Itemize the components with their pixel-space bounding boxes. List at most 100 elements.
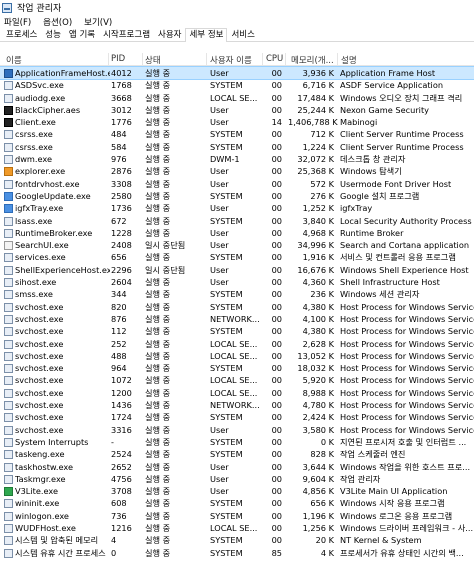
- process-icon: [4, 191, 13, 201]
- column-header-cpu[interactable]: CPU: [266, 54, 283, 64]
- process-memory: 1,916 K: [302, 252, 334, 263]
- tab[interactable]: 세부 정보: [185, 28, 228, 42]
- process-user: User: [210, 486, 229, 497]
- process-name: 시스템 및 압축된 메모리: [15, 535, 99, 546]
- process-status: 실행 중: [145, 154, 171, 165]
- process-name: V3Lite.exe: [15, 486, 59, 497]
- table-row[interactable]: igfxTray.exe 1736 실행 중 User 00 1,252 K igfxTra…: [0, 202, 474, 214]
- table-row[interactable]: svchost.exe 1436 실행 중 NETWORK... 00 4,780 K Ho…: [0, 399, 474, 411]
- process-cpu: 00: [271, 498, 282, 509]
- table-row[interactable]: 시스템 유휴 시간 프로세스 0 실행 중 SYSTEM 85 4 K 프로세서가 유휴 상…: [0, 547, 474, 559]
- process-description: 작업 스케줄러 엔진: [340, 449, 406, 460]
- process-cpu: 00: [271, 264, 282, 275]
- column-header-status[interactable]: 상태: [145, 54, 161, 66]
- table-row[interactable]: svchost.exe 252 실행 중 LOCAL SE... 00 2,628 K Ho…: [0, 338, 474, 350]
- process-status: 실행 중: [145, 178, 171, 189]
- process-pid: 2580: [111, 190, 132, 201]
- table-row[interactable]: explorer.exe 2876 실행 중 User 00 25,368 K Window…: [0, 165, 474, 177]
- table-row[interactable]: wininit.exe 608 실행 중 SYSTEM 00 656 K Windows 시…: [0, 497, 474, 509]
- tab[interactable]: 성능: [41, 28, 65, 41]
- table-row[interactable]: svchost.exe 820 실행 중 SYSTEM 00 4,380 K Host Pr…: [0, 301, 474, 313]
- table-row[interactable]: taskeng.exe 2524 실행 중 SYSTEM 00 828 K 작업 스케줄러 …: [0, 448, 474, 460]
- column-header-name[interactable]: 이름: [6, 54, 22, 66]
- table-row[interactable]: svchost.exe 3316 실행 중 User 00 3,580 K Host Pro…: [0, 424, 474, 436]
- process-description: Host Process for Windows Services: [340, 363, 474, 374]
- process-user: User: [210, 277, 229, 288]
- process-pid: 1216: [111, 522, 132, 533]
- process-icon: [4, 413, 13, 423]
- table-row[interactable]: SearchUI.exe 2408 일시 중단됨 User 00 34,996 K Sear…: [0, 239, 474, 251]
- table-row[interactable]: ShellExperienceHost.exe 2296 일시 중단됨 User 00 1…: [0, 264, 474, 276]
- process-status: 일시 중단됨: [145, 240, 186, 251]
- process-description: Application Frame Host: [340, 68, 436, 78]
- table-row[interactable]: csrss.exe 484 실행 중 SYSTEM 00 712 K Client Serv…: [0, 128, 474, 140]
- process-cpu: 00: [271, 473, 282, 484]
- table-row[interactable]: Client.exe 1776 실행 중 User 14 1,406,788 K Mabin…: [0, 116, 474, 128]
- table-row[interactable]: Taskmgr.exe 4756 실행 중 User 00 9,604 K 작업 관리자: [0, 473, 474, 485]
- process-description: Windows 드라이버 프레임워크 - 사...: [340, 522, 474, 533]
- table-row[interactable]: BlackCipher.aes 3012 실행 중 User 00 25,244 K Nex…: [0, 104, 474, 116]
- table-row[interactable]: GoogleUpdate.exe 2580 실행 중 SYSTEM 00 276 K Goo…: [0, 190, 474, 202]
- process-pid: 656: [111, 252, 127, 263]
- table-row[interactable]: WUDFHost.exe 1216 실행 중 LOCAL SE... 00 1,256 K…: [0, 522, 474, 534]
- table-row[interactable]: ApplicationFrameHost.exe4012 실행 중 User 00 3,…: [0, 65, 474, 81]
- column-header-user[interactable]: 사용자 이름: [210, 54, 252, 66]
- tab[interactable]: 프로세스: [2, 28, 41, 41]
- tab[interactable]: 사용자: [154, 28, 185, 41]
- process-icon: [4, 364, 13, 374]
- table-row[interactable]: V3Lite.exe 3708 실행 중 User 00 4,856 K V3Lite Ma…: [0, 485, 474, 497]
- table-row[interactable]: 시스템 및 압축된 메모리 4 실행 중 SYSTEM 00 20 K NT Kernel …: [0, 534, 474, 546]
- table-row[interactable]: dwm.exe 976 실행 중 DWM-1 00 32,072 K 데스크톱 창 관리자: [0, 153, 474, 165]
- column-header-memory[interactable]: 메모리(개...: [291, 54, 334, 66]
- process-memory: 25,244 K: [297, 104, 334, 115]
- table-row[interactable]: ASDSvc.exe 1768 실행 중 SYSTEM 00 6,716 K ASDF Se…: [0, 79, 474, 91]
- process-name: wininit.exe: [15, 498, 60, 509]
- process-name: sihost.exe: [15, 277, 57, 288]
- table-row[interactable]: sihost.exe 2604 실행 중 User 00 4,360 K Shell Inf…: [0, 276, 474, 288]
- table-row[interactable]: services.exe 656 실행 중 SYSTEM 00 1,916 K 서비스 및 …: [0, 251, 474, 263]
- process-icon: [4, 487, 13, 497]
- table-row[interactable]: csrss.exe 584 실행 중 SYSTEM 00 1,224 K Client Se…: [0, 141, 474, 153]
- menu-item[interactable]: 파일(F): [4, 16, 31, 28]
- process-description: Host Process for Windows Services: [340, 338, 474, 349]
- table-row[interactable]: taskhostw.exe 2652 실행 중 User 00 3,644 K Window…: [0, 461, 474, 473]
- table-row[interactable]: svchost.exe 876 실행 중 NETWORK... 00 4,100 K Hos…: [0, 313, 474, 325]
- table-row[interactable]: RuntimeBroker.exe 1228 실행 중 User 00 4,968 K Ru…: [0, 227, 474, 239]
- menu-item[interactable]: 옵션(O): [43, 16, 72, 28]
- process-name: svchost.exe: [15, 412, 64, 423]
- process-user: SYSTEM: [210, 215, 243, 226]
- process-user: SYSTEM: [210, 252, 243, 263]
- process-icon: [4, 167, 13, 177]
- table-row[interactable]: svchost.exe 964 실행 중 SYSTEM 00 18,032 K Host P…: [0, 362, 474, 374]
- table-row[interactable]: svchost.exe 1200 실행 중 LOCAL SE... 00 8,988 K H…: [0, 387, 474, 399]
- process-memory: 2,424 K: [302, 412, 334, 423]
- process-pid: 1200: [111, 387, 132, 398]
- table-row[interactable]: svchost.exe 488 실행 중 LOCAL SE... 00 13,052 K H…: [0, 350, 474, 362]
- tab[interactable]: 서비스: [227, 28, 258, 41]
- table-row[interactable]: svchost.exe 112 실행 중 SYSTEM 00 4,380 K Host Pr…: [0, 325, 474, 337]
- process-cpu: 00: [271, 215, 282, 226]
- tab[interactable]: 앱 기록: [65, 28, 99, 41]
- column-header-description[interactable]: 설명: [341, 54, 357, 66]
- table-row[interactable]: winlogon.exe 736 실행 중 SYSTEM 00 1,196 K Window…: [0, 510, 474, 522]
- column-header-pid[interactable]: PID: [111, 54, 125, 64]
- process-memory: 32,072 K: [297, 154, 334, 165]
- table-row[interactable]: smss.exe 344 실행 중 SYSTEM 00 236 K Windows 세션 관…: [0, 288, 474, 300]
- table-row[interactable]: audiodg.exe 3668 실행 중 LOCAL SE... 00 17,484 K…: [0, 92, 474, 104]
- process-name: svchost.exe: [15, 363, 64, 374]
- table-row[interactable]: lsass.exe 672 실행 중 SYSTEM 00 3,840 K Local Sec…: [0, 215, 474, 227]
- process-pid: 4: [111, 535, 117, 546]
- menu-item[interactable]: 보기(V): [84, 16, 112, 28]
- process-cpu: 00: [271, 190, 282, 201]
- process-cpu: 00: [271, 375, 282, 386]
- process-icon: [4, 388, 13, 398]
- tab[interactable]: 시작프로그램: [99, 28, 154, 41]
- table-row[interactable]: System Interrupts - 실행 중 SYSTEM 00 0 K 지연된 프로시…: [0, 436, 474, 448]
- process-memory: 9,604 K: [302, 473, 334, 484]
- table-row[interactable]: svchost.exe 1072 실행 중 LOCAL SE... 00 5,920 K H…: [0, 374, 474, 386]
- process-user: LOCAL SE...: [210, 387, 258, 398]
- tab-bar: 프로세스 성능 앱 기록 시작프로그램 사용자 세부 정보 서비스: [0, 28, 474, 42]
- process-name: Client.exe: [15, 117, 56, 128]
- table-row[interactable]: svchost.exe 1724 실행 중 SYSTEM 00 2,424 K Host P…: [0, 411, 474, 423]
- table-row[interactable]: fontdrvhost.exe 3308 실행 중 User 00 572 K Usermo…: [0, 178, 474, 190]
